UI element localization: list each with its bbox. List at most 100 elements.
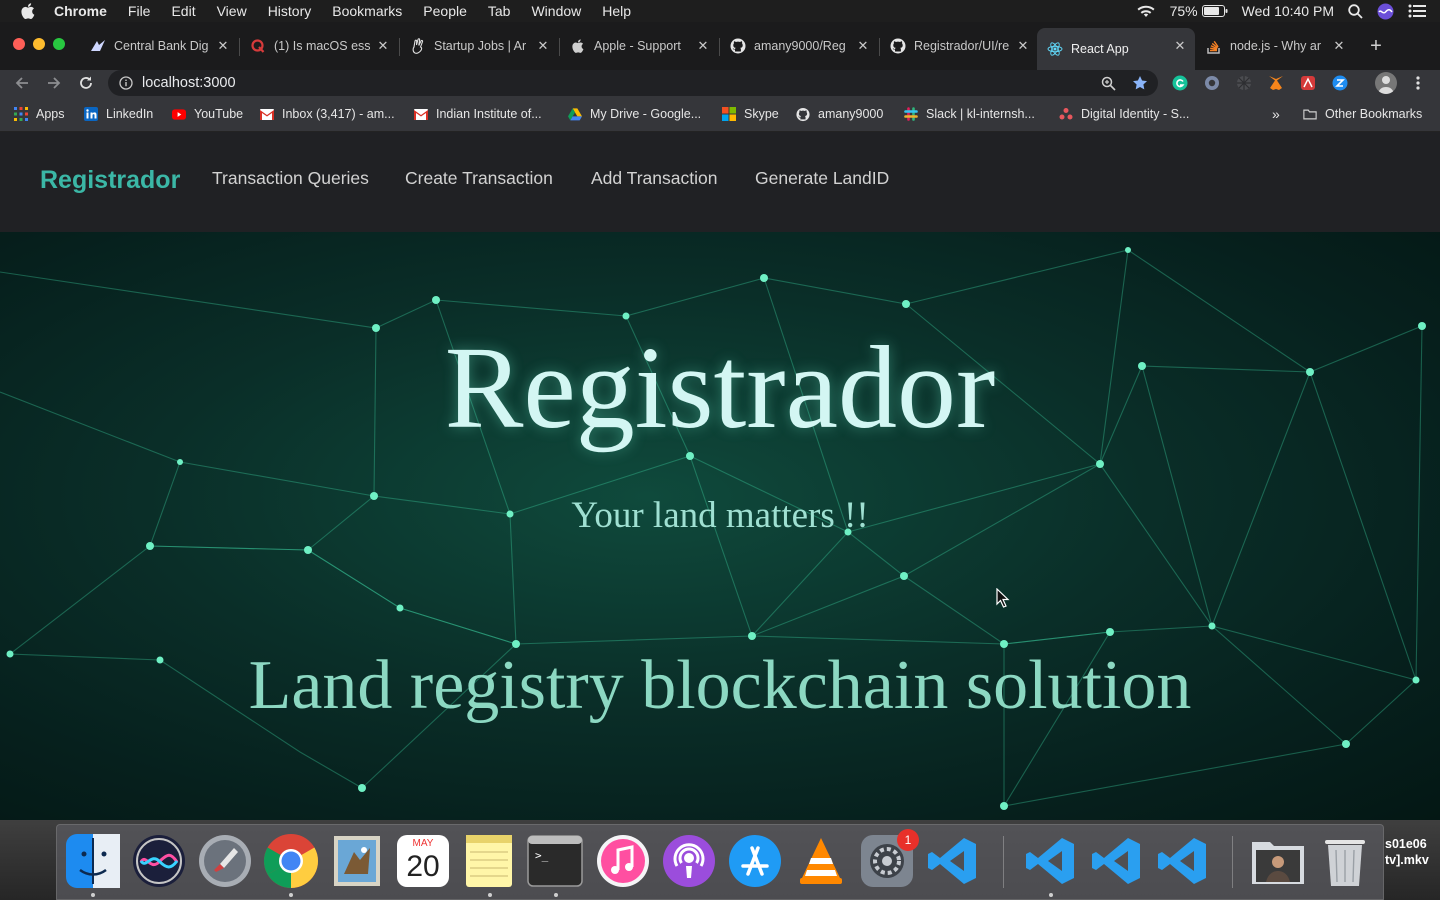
calendar-dock-icon[interactable]: MAY 20 bbox=[395, 833, 451, 889]
tab-close-icon[interactable]: ✕ bbox=[1332, 39, 1346, 53]
address-bar[interactable]: localhost:3000 bbox=[108, 70, 1158, 96]
bookmark-star-icon[interactable] bbox=[1131, 74, 1149, 92]
bookmark-apps[interactable]: Apps bbox=[14, 106, 65, 122]
menu-app-name[interactable]: Chrome bbox=[54, 3, 107, 19]
site-info-icon[interactable] bbox=[119, 76, 133, 90]
terminal-dock-icon[interactable]: >_ bbox=[527, 833, 583, 889]
finder-icon[interactable] bbox=[65, 833, 121, 889]
vscode-dock-icon[interactable] bbox=[1155, 833, 1211, 889]
vscode-dock-icon[interactable] bbox=[1023, 833, 1079, 889]
tab-close-icon[interactable]: ✕ bbox=[1016, 39, 1030, 53]
vlc-dock-icon[interactable] bbox=[793, 833, 849, 889]
browser-tab[interactable]: Startup Jobs | Ar ✕ bbox=[400, 28, 558, 64]
bookmark-slack[interactable]: Slack | kl-internsh... bbox=[904, 106, 1035, 122]
spotlight-search-icon[interactable] bbox=[1348, 3, 1363, 19]
battery-icon[interactable] bbox=[1201, 5, 1228, 17]
browser-tab-active[interactable]: React App ✕ bbox=[1037, 28, 1195, 70]
tab-title: (1) Is macOS ess bbox=[274, 39, 371, 53]
nav-create-transaction[interactable]: Create Transaction bbox=[405, 168, 553, 189]
drive-icon bbox=[568, 107, 582, 121]
apple-menu-icon[interactable] bbox=[18, 3, 38, 19]
siri-icon[interactable] bbox=[1377, 3, 1394, 20]
menu-people[interactable]: People bbox=[423, 3, 467, 19]
menu-edit[interactable]: Edit bbox=[171, 3, 195, 19]
reload-button[interactable] bbox=[75, 72, 97, 94]
nav-add-transaction[interactable]: Add Transaction bbox=[591, 168, 717, 189]
nav-transaction-queries[interactable]: Transaction Queries bbox=[212, 168, 369, 189]
downloads-folder-icon[interactable] bbox=[1250, 833, 1306, 889]
bookmark-github-user[interactable]: amany9000 bbox=[796, 106, 883, 122]
forward-button[interactable] bbox=[43, 72, 65, 94]
bookmark-my-drive[interactable]: My Drive - Google... bbox=[568, 106, 701, 122]
bookmark-inbox[interactable]: Inbox (3,417) - am... bbox=[260, 106, 395, 122]
bookmark-youtube[interactable]: YouTube bbox=[172, 106, 243, 122]
menu-bookmarks[interactable]: Bookmarks bbox=[332, 3, 402, 19]
bookmark-skype[interactable]: Skype bbox=[722, 106, 779, 122]
zoom-icon[interactable] bbox=[1099, 74, 1117, 92]
browser-tab[interactable]: Central Bank Dig ✕ bbox=[80, 28, 238, 64]
menu-tab[interactable]: Tab bbox=[488, 3, 511, 19]
tab-close-icon[interactable]: ✕ bbox=[376, 39, 390, 53]
app-store-dock-icon[interactable] bbox=[727, 833, 783, 889]
linkedin-icon bbox=[84, 107, 98, 121]
vscode-dock-icon[interactable] bbox=[925, 833, 981, 889]
menu-file[interactable]: File bbox=[128, 3, 151, 19]
vscode-dock-icon[interactable] bbox=[1089, 833, 1145, 889]
menu-view[interactable]: View bbox=[217, 3, 247, 19]
browser-tab[interactable]: Apple - Support ✕ bbox=[560, 28, 718, 64]
trash-icon[interactable] bbox=[1317, 833, 1373, 889]
tab-close-icon[interactable]: ✕ bbox=[536, 39, 550, 53]
window-minimize-button[interactable] bbox=[33, 38, 45, 50]
bookmark-linkedin[interactable]: LinkedIn bbox=[84, 106, 153, 122]
bookmark-other-folder[interactable]: Other Bookmarks bbox=[1303, 106, 1422, 122]
menubar-clock[interactable]: Wed 10:40 PM bbox=[1242, 3, 1334, 19]
menu-window[interactable]: Window bbox=[531, 3, 581, 19]
siri-dock-icon[interactable] bbox=[131, 833, 187, 889]
nav-generate-landid[interactable]: Generate LandID bbox=[755, 168, 889, 189]
extension-ring-icon[interactable] bbox=[1203, 74, 1221, 92]
browser-tab[interactable]: amany9000/Reg ✕ bbox=[720, 28, 878, 64]
bookmark-label: amany9000 bbox=[818, 107, 884, 121]
brand-logo-link[interactable]: Registrador bbox=[40, 166, 180, 195]
tab-close-icon[interactable]: ✕ bbox=[856, 39, 870, 53]
bookmark-label: Apps bbox=[36, 107, 65, 121]
podcasts-dock-icon[interactable] bbox=[661, 833, 717, 889]
github-icon bbox=[730, 38, 746, 54]
extension-wheel-icon[interactable] bbox=[1235, 74, 1253, 92]
grammarly-extension-icon[interactable] bbox=[1171, 74, 1189, 92]
window-close-button[interactable] bbox=[13, 38, 25, 50]
tab-close-icon[interactable]: ✕ bbox=[1173, 39, 1187, 53]
battery-percent: 75% bbox=[1169, 3, 1198, 19]
bookmark-indian-institute[interactable]: Indian Institute of... bbox=[414, 106, 542, 122]
mouse-pointer-icon bbox=[996, 588, 1010, 608]
new-tab-button[interactable]: + bbox=[1366, 36, 1386, 56]
mail-dock-icon[interactable] bbox=[329, 833, 385, 889]
people-icon bbox=[1059, 107, 1073, 121]
browser-tab[interactable]: (1) Is macOS ess ✕ bbox=[240, 28, 398, 64]
extension-blue-icon[interactable] bbox=[1331, 74, 1349, 92]
notes-dock-icon[interactable] bbox=[461, 833, 517, 889]
back-button[interactable] bbox=[11, 72, 33, 94]
browser-tab[interactable]: node.js - Why ar ✕ bbox=[1196, 28, 1354, 64]
tab-close-icon[interactable]: ✕ bbox=[696, 39, 710, 53]
chrome-menu-icon[interactable] bbox=[1409, 74, 1427, 92]
notification-center-icon[interactable] bbox=[1408, 4, 1426, 18]
dock-running-indicator bbox=[488, 893, 492, 897]
chrome-dock-icon[interactable] bbox=[263, 833, 319, 889]
menu-history[interactable]: History bbox=[268, 3, 312, 19]
bookmarks-overflow-chevron[interactable]: » bbox=[1272, 106, 1280, 122]
tab-close-icon[interactable]: ✕ bbox=[216, 39, 230, 53]
menu-help[interactable]: Help bbox=[602, 3, 631, 19]
tab-title: Startup Jobs | Ar bbox=[434, 39, 527, 53]
metamask-extension-icon[interactable] bbox=[1267, 74, 1285, 92]
launchpad-icon[interactable] bbox=[197, 833, 253, 889]
window-zoom-button[interactable] bbox=[53, 38, 65, 50]
wifi-icon[interactable] bbox=[1136, 4, 1156, 18]
browser-tab[interactable]: Registrador/UI/re ✕ bbox=[880, 28, 1038, 64]
extension-red-icon[interactable] bbox=[1299, 74, 1317, 92]
profile-avatar[interactable] bbox=[1375, 72, 1397, 94]
itunes-dock-icon[interactable] bbox=[595, 833, 651, 889]
desktop-file-label[interactable]: s01e06 tv].mkv bbox=[1385, 836, 1429, 868]
bookmark-digital-identity[interactable]: Digital Identity - S... bbox=[1059, 106, 1189, 122]
bookmark-label: Indian Institute of... bbox=[436, 107, 542, 121]
